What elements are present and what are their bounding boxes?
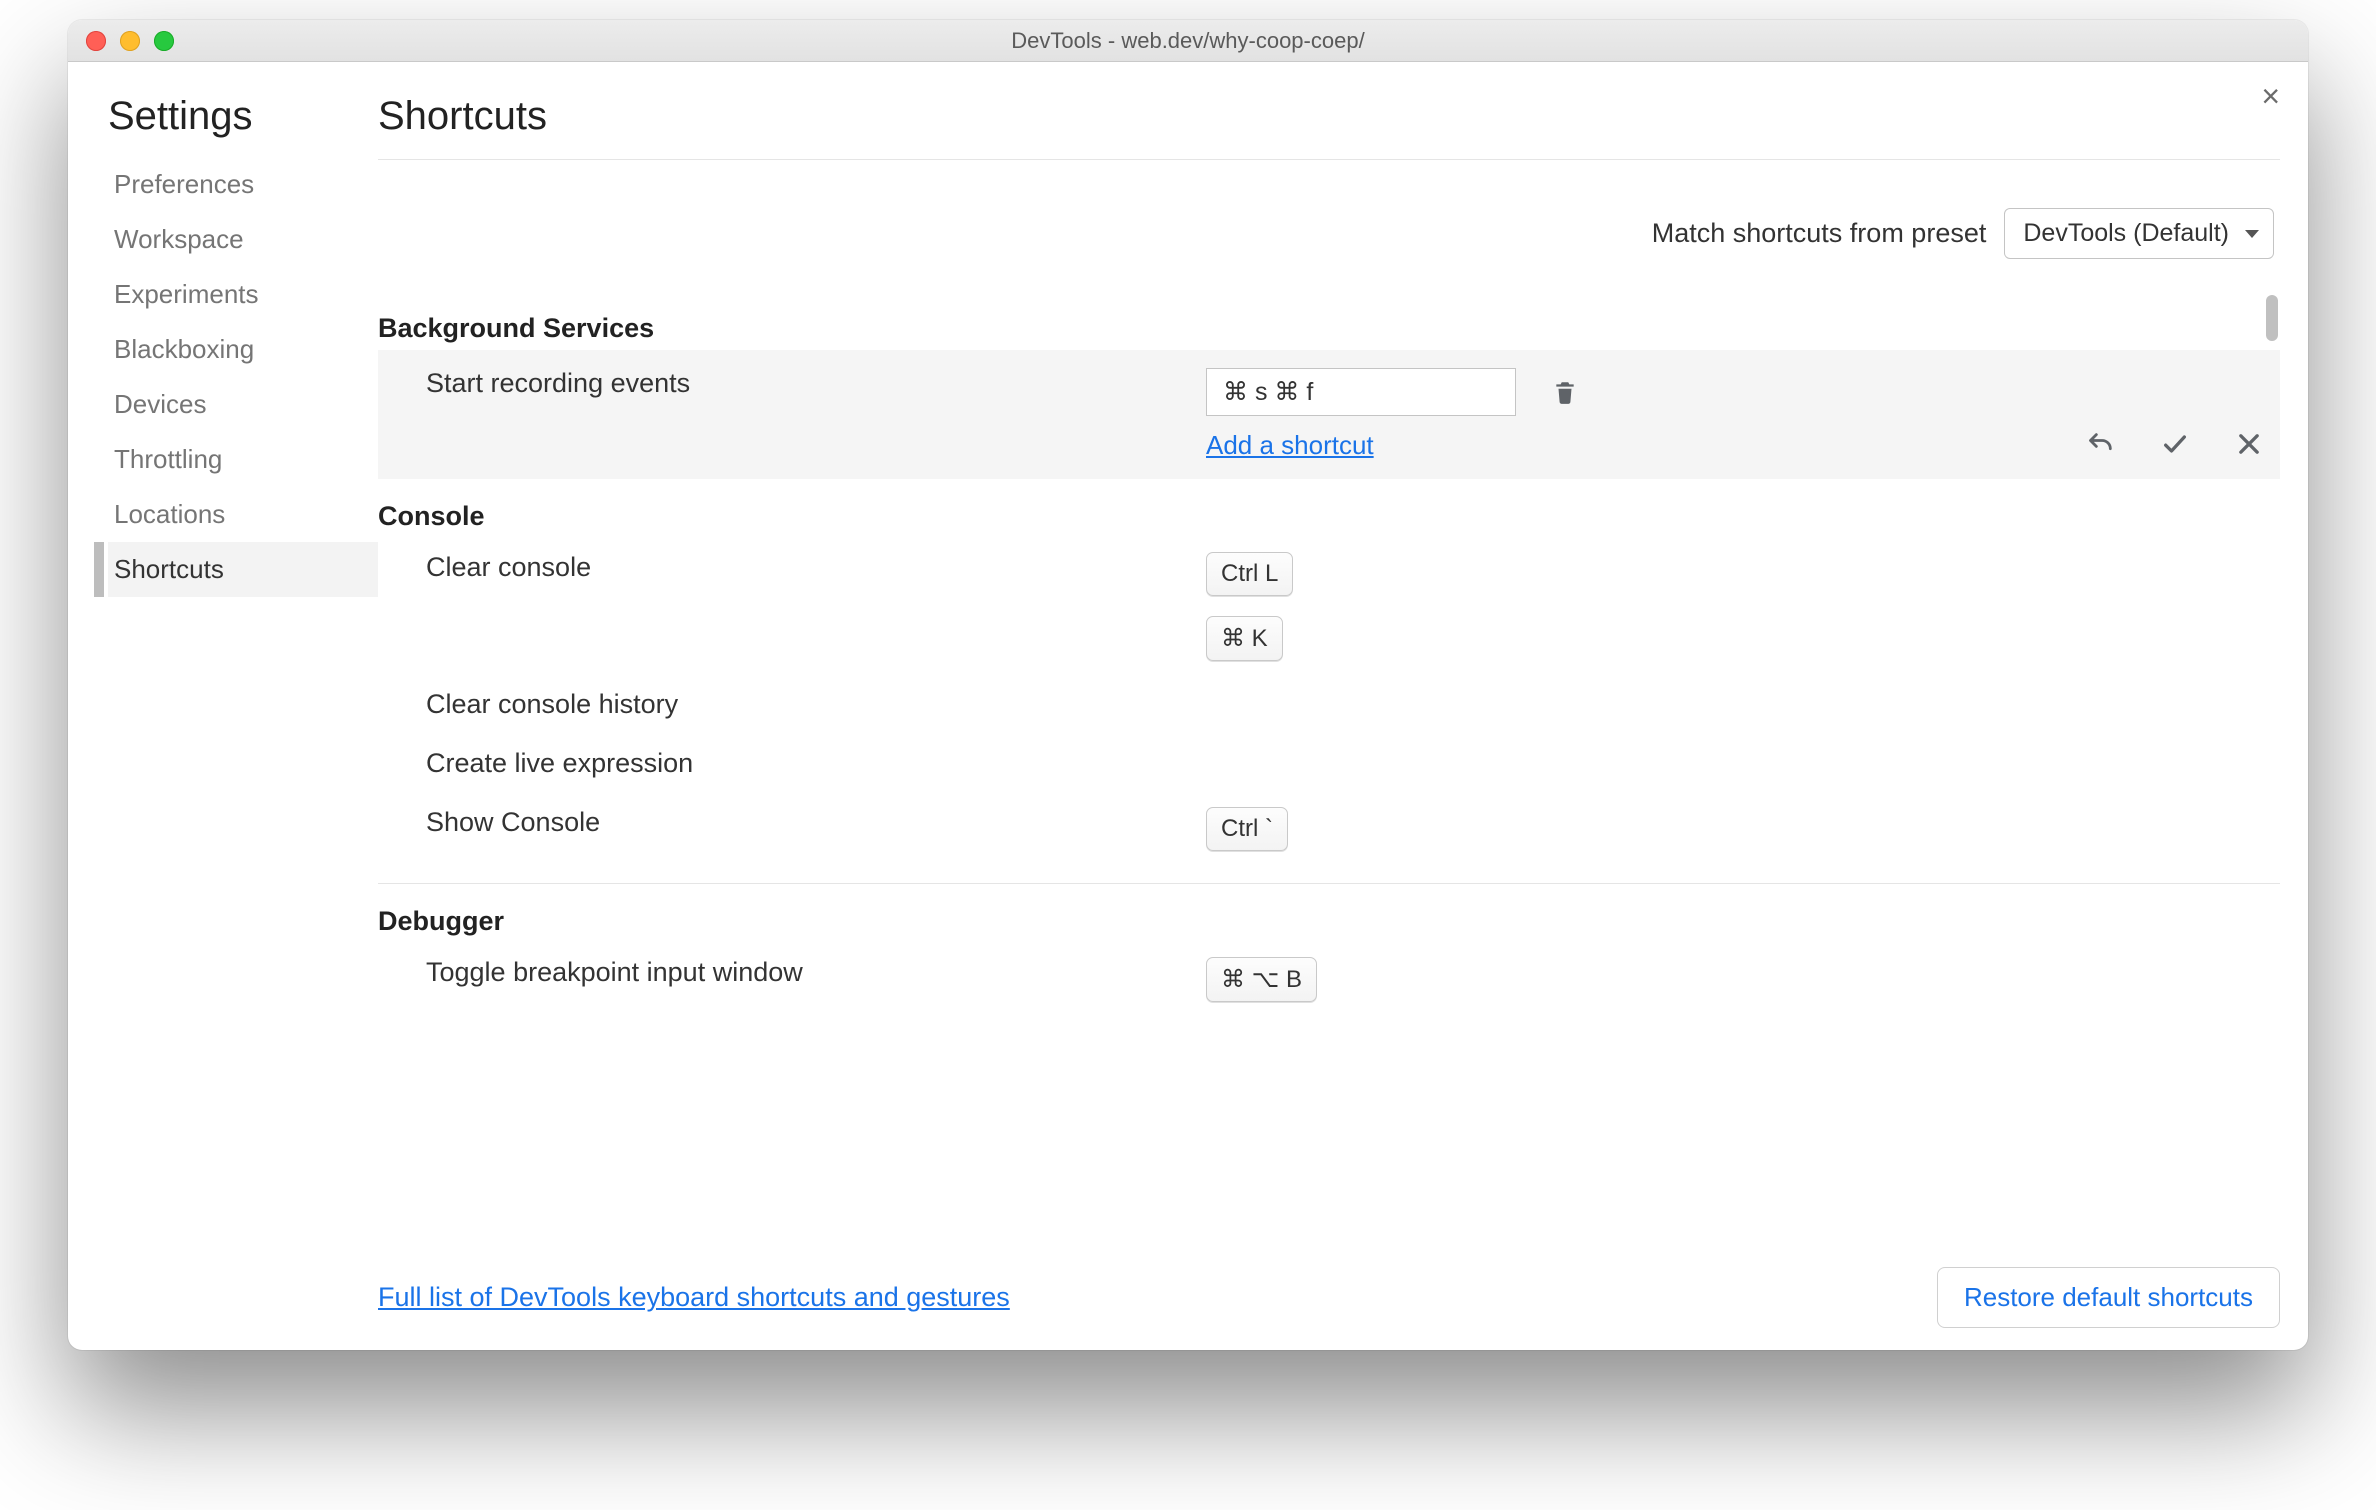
shortcut-label: Show Console <box>426 807 1206 838</box>
shortcut-row[interactable]: Clear console history <box>378 675 2280 734</box>
close-panel-icon[interactable]: × <box>2261 80 2280 112</box>
sidebar-item-locations[interactable]: Locations <box>108 487 378 542</box>
shortcuts-footer: Full list of DevTools keyboard shortcuts… <box>68 1261 2308 1350</box>
sidebar-heading: Settings <box>108 94 378 139</box>
delete-shortcut-icon[interactable] <box>1552 378 1578 406</box>
devtools-window: DevTools - web.dev/why-coop-coep/ × Sett… <box>68 20 2308 1350</box>
key-chip: Ctrl L <box>1206 552 1293 596</box>
shortcuts-scroll-area: Background Services Start recording even… <box>378 291 2280 1261</box>
page-title: Shortcuts <box>378 94 2280 160</box>
sidebar-item-shortcuts[interactable]: Shortcuts <box>108 542 378 597</box>
shortcut-key-input[interactable]: ⌘ s ⌘ f <box>1206 368 1516 416</box>
shortcut-row[interactable]: Show Console Ctrl ` <box>378 793 2280 865</box>
sidebar-item-workspace[interactable]: Workspace <box>108 212 378 267</box>
add-shortcut-link[interactable]: Add a shortcut <box>1206 430 1374 461</box>
shortcut-label: Clear console <box>426 552 1206 583</box>
window-close-dot[interactable] <box>86 31 106 51</box>
section-console: Console <box>378 479 2280 538</box>
key-chip: ⌘ K <box>1206 616 1283 661</box>
settings-main: Shortcuts Match shortcuts from preset De… <box>378 94 2308 1261</box>
sidebar-item-experiments[interactable]: Experiments <box>108 267 378 322</box>
section-background-services: Background Services <box>378 291 2280 350</box>
preset-select[interactable]: DevTools (Default) <box>2004 208 2274 259</box>
scrollbar-thumb[interactable] <box>2266 295 2278 341</box>
preset-label: Match shortcuts from preset <box>1652 218 1987 249</box>
window-title: DevTools - web.dev/why-coop-coep/ <box>68 28 2308 54</box>
preset-value: DevTools (Default) <box>2023 219 2229 247</box>
undo-icon[interactable] <box>2084 427 2118 461</box>
section-debugger: Debugger <box>378 884 2280 943</box>
confirm-icon[interactable] <box>2158 427 2192 461</box>
shortcut-row-editing: Start recording events ⌘ s ⌘ f Add a sho… <box>378 350 2280 479</box>
key-chip: Ctrl ` <box>1206 807 1288 851</box>
sidebar-item-preferences[interactable]: Preferences <box>108 157 378 212</box>
window-minimize-dot[interactable] <box>120 31 140 51</box>
cancel-icon[interactable] <box>2232 427 2266 461</box>
shortcut-row[interactable]: Create live expression <box>378 734 2280 793</box>
shortcut-label: Toggle breakpoint input window <box>426 957 1206 988</box>
sidebar-item-throttling[interactable]: Throttling <box>108 432 378 487</box>
restore-defaults-button[interactable]: Restore default shortcuts <box>1937 1267 2280 1328</box>
window-zoom-dot[interactable] <box>154 31 174 51</box>
shortcut-row[interactable]: Toggle breakpoint input window ⌘ ⌥ B <box>378 943 2280 1016</box>
full-list-link[interactable]: Full list of DevTools keyboard shortcuts… <box>378 1282 1010 1313</box>
settings-sidebar: Settings Preferences Workspace Experimen… <box>108 94 378 1261</box>
key-chip: ⌘ ⌥ B <box>1206 957 1317 1002</box>
window-titlebar: DevTools - web.dev/why-coop-coep/ <box>68 20 2308 62</box>
shortcut-label: Clear console history <box>426 689 1206 720</box>
sidebar-item-devices[interactable]: Devices <box>108 377 378 432</box>
shortcut-row[interactable]: Clear console Ctrl L ⌘ K <box>378 538 2280 675</box>
shortcut-label: Create live expression <box>426 748 1206 779</box>
sidebar-item-blackboxing[interactable]: Blackboxing <box>108 322 378 377</box>
shortcut-label: Start recording events <box>426 368 1206 399</box>
traffic-lights <box>68 31 174 51</box>
